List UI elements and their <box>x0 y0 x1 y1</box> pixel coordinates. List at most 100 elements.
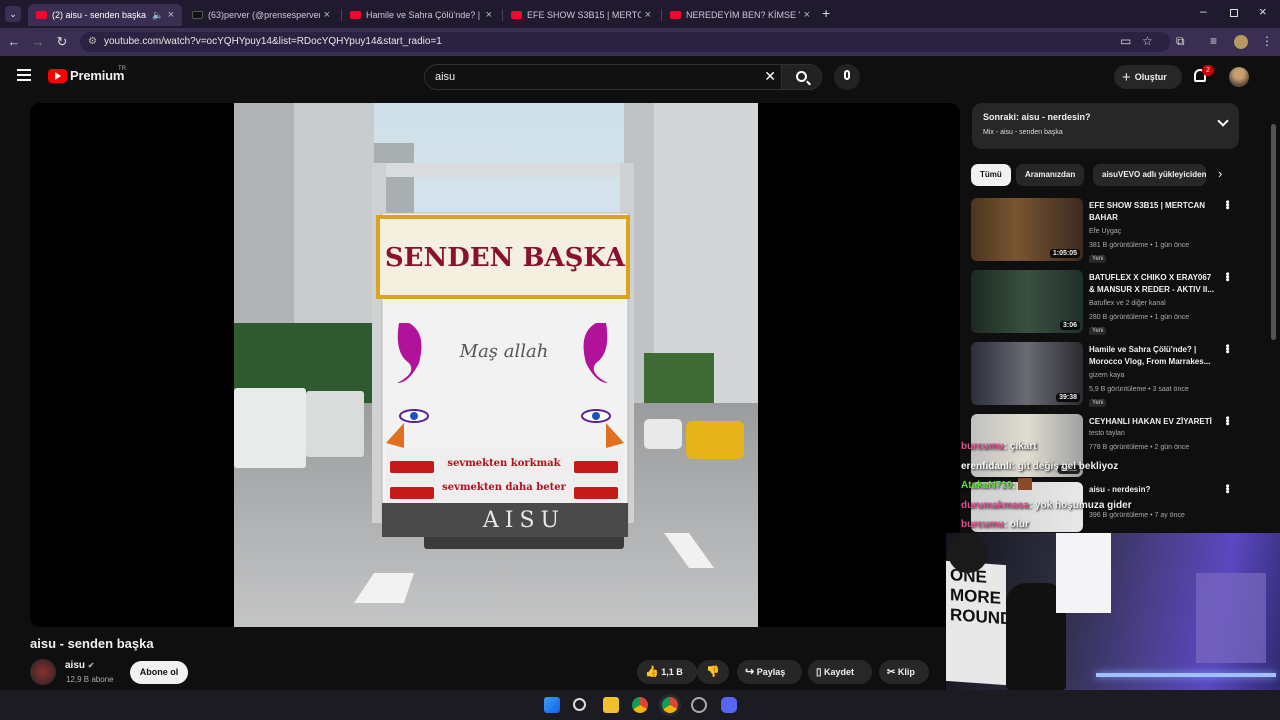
bookmark-icon: ▯ <box>816 667 822 678</box>
chevron-right-icon[interactable]: › <box>1218 166 1222 181</box>
discord-icon[interactable] <box>721 697 737 713</box>
dislike-button[interactable]: 👎 <box>697 660 729 684</box>
youtube-favicon-icon <box>350 11 361 19</box>
app-icon[interactable] <box>691 697 707 713</box>
start-menu-icon[interactable] <box>544 697 560 713</box>
clear-search-icon[interactable]: ✕ <box>764 68 776 85</box>
tab-list-dropdown-icon[interactable]: ⌄ <box>5 6 21 22</box>
youtube-favicon-icon <box>511 11 522 19</box>
scissors-icon: ✂ <box>887 667 896 678</box>
tab-neredeyim[interactable]: NEREDEYİM BEN? KİMSE YOK M× <box>662 4 818 26</box>
chevron-down-icon[interactable] <box>1217 115 1229 127</box>
share-icon: ↪ <box>745 666 755 678</box>
more-actions-icon[interactable]: ••• <box>1221 416 1233 425</box>
media-control-icon[interactable]: ≡ <box>1210 34 1217 48</box>
youtube-premium-logo[interactable]: Premium TR <box>48 66 126 83</box>
youtube-play-logo-icon <box>48 68 67 83</box>
thumbs-down-icon: 👎 <box>706 666 720 678</box>
artwork-bumper-text: AISU <box>482 508 566 533</box>
voice-search-button[interactable] <box>834 64 860 90</box>
channel-name[interactable]: aisu ✔ <box>65 660 95 671</box>
chat-message: erenfidanli: git değiş gel bekliyoz <box>961 460 1119 472</box>
verified-check-icon: ✔ <box>87 661 95 670</box>
webcam-person <box>948 533 988 573</box>
emote-icon <box>1018 478 1033 490</box>
close-tab-icon[interactable]: × <box>641 9 651 21</box>
recommendation-item[interactable]: 1:05:05 EFE SHOW S3B15 | MERTCAN BAHAR E… <box>971 198 1241 263</box>
recommendation-item[interactable]: 39:38 Hamile ve Sahra Çölü'nde? | Morocc… <box>971 342 1241 407</box>
youtube-favicon-icon <box>36 11 47 19</box>
save-button[interactable]: ▯ Kaydet <box>808 660 872 684</box>
truck-artwork-image <box>234 103 758 627</box>
like-button[interactable]: 👍 1,1 B <box>637 660 697 684</box>
search-button[interactable] <box>781 65 821 89</box>
share-button[interactable]: ↪ Paylaş <box>737 660 802 684</box>
channel-avatar[interactable] <box>30 659 56 685</box>
profile-avatar[interactable] <box>1234 35 1248 49</box>
tab-hamile[interactable]: Hamile ve Sahra Çölü'nde? | M × <box>342 4 500 26</box>
create-button[interactable]: + Oluştur <box>1114 65 1182 89</box>
close-tab-icon[interactable]: × <box>320 9 330 21</box>
shelf <box>1196 573 1266 663</box>
reload-icon[interactable]: ↻ <box>54 34 70 50</box>
forward-icon[interactable]: → <box>30 34 46 49</box>
chip-from-uploader[interactable]: aisuVEVO adlı yükleyiciden <box>1093 164 1206 186</box>
video-thumbnail[interactable]: 3:06 <box>971 270 1083 333</box>
address-bar[interactable]: ⚙ youtube.com/watch?v=ocYQHYpuy14&list=R… <box>80 32 1170 52</box>
recommendation-item[interactable]: 3:06 BATUFLEX X CHIKO X ERAY067 & MANSUR… <box>971 270 1241 335</box>
chip-all[interactable]: Tümü <box>971 164 1011 186</box>
back-icon[interactable]: ← <box>6 34 22 49</box>
video-thumbnail[interactable]: 1:05:05 <box>971 198 1083 261</box>
subscribe-button[interactable]: Abone ol <box>130 661 188 684</box>
artwork-line-2: sevmekten daha beter <box>442 482 566 493</box>
taskbar-search-icon[interactable] <box>573 698 586 711</box>
minimize-icon[interactable]: – <box>1200 4 1207 18</box>
window-light <box>1056 533 1111 613</box>
chip-from-search[interactable]: Aramanızdan <box>1016 164 1085 186</box>
browser-menu-icon[interactable]: ⋮ <box>1261 34 1273 48</box>
chrome-icon[interactable] <box>632 697 648 713</box>
close-tab-icon[interactable]: × <box>482 9 492 21</box>
clip-button[interactable]: ✂ Klip <box>879 660 929 684</box>
close-tab-icon[interactable]: × <box>164 9 174 21</box>
close-window-icon[interactable]: × <box>1259 4 1267 19</box>
more-actions-icon[interactable]: ••• <box>1221 344 1233 353</box>
speaker-icon[interactable]: 🔈 <box>152 10 163 21</box>
chat-message: durumakmasa: yok hoşumuza gider <box>961 499 1132 511</box>
cast-icon[interactable]: ▭ <box>1120 34 1131 48</box>
tab-efe-show[interactable]: EFE SHOW S3B15 | MERTCAN B× <box>503 4 659 26</box>
video-thumbnail[interactable]: 39:38 <box>971 342 1083 405</box>
video-player[interactable]: SENDEN BAŞKA Maş allah sevmekten korkmak… <box>30 103 960 627</box>
chat-message: burcumu: çıkart <box>961 441 1037 452</box>
search-input[interactable]: aisu <box>435 65 455 90</box>
new-tab-icon[interactable]: + <box>822 5 830 21</box>
chat-message: burcumu: olur <box>961 519 1029 530</box>
extensions-icon[interactable]: ⧉ <box>1176 34 1185 49</box>
account-avatar[interactable] <box>1229 67 1249 87</box>
bookmark-star-icon[interactable]: ☆ <box>1142 34 1153 48</box>
more-actions-icon[interactable]: ••• <box>1221 272 1233 281</box>
more-actions-icon[interactable]: ••• <box>1221 484 1233 493</box>
search-box[interactable]: aisu ✕ <box>424 64 822 90</box>
up-next-title: Sonraki: aisu - nerdesin? <box>983 112 1091 122</box>
artwork-sign-text: SENDEN BAŞKA <box>384 243 626 273</box>
file-explorer-icon[interactable] <box>603 697 619 713</box>
notification-count-badge: 2 <box>1202 65 1214 76</box>
more-actions-icon[interactable]: ••• <box>1221 200 1233 209</box>
chat-message: AtakaN710: <box>961 476 1201 496</box>
browser-toolbar: ← → ↻ ⚙ youtube.com/watch?v=ocYQHYpuy14&… <box>0 28 1280 56</box>
windows-taskbar <box>0 690 1280 720</box>
up-next-subtitle: Mix - aisu - senden başka <box>983 129 1063 136</box>
site-settings-icon[interactable]: ⚙ <box>88 32 97 52</box>
thumbs-up-icon: 👍 <box>645 666 659 678</box>
up-next-panel[interactable]: Sonraki: aisu - nerdesin? Mix - aisu - s… <box>972 103 1239 149</box>
subscriber-count: 12,9 B abone <box>66 675 114 684</box>
tab-aisu[interactable]: (2) aisu - senden başka - Yo🔈× <box>28 4 182 26</box>
close-tab-icon[interactable]: × <box>800 9 810 21</box>
restore-icon[interactable] <box>1230 9 1238 17</box>
microphone-icon <box>844 70 850 80</box>
tab-prensesperver[interactable]: (63)perver (@prensesperver) | T× <box>184 4 338 26</box>
guide-menu-icon[interactable] <box>17 69 31 81</box>
chrome-active-icon[interactable] <box>662 697 678 713</box>
page-scrollbar[interactable] <box>1271 124 1276 340</box>
